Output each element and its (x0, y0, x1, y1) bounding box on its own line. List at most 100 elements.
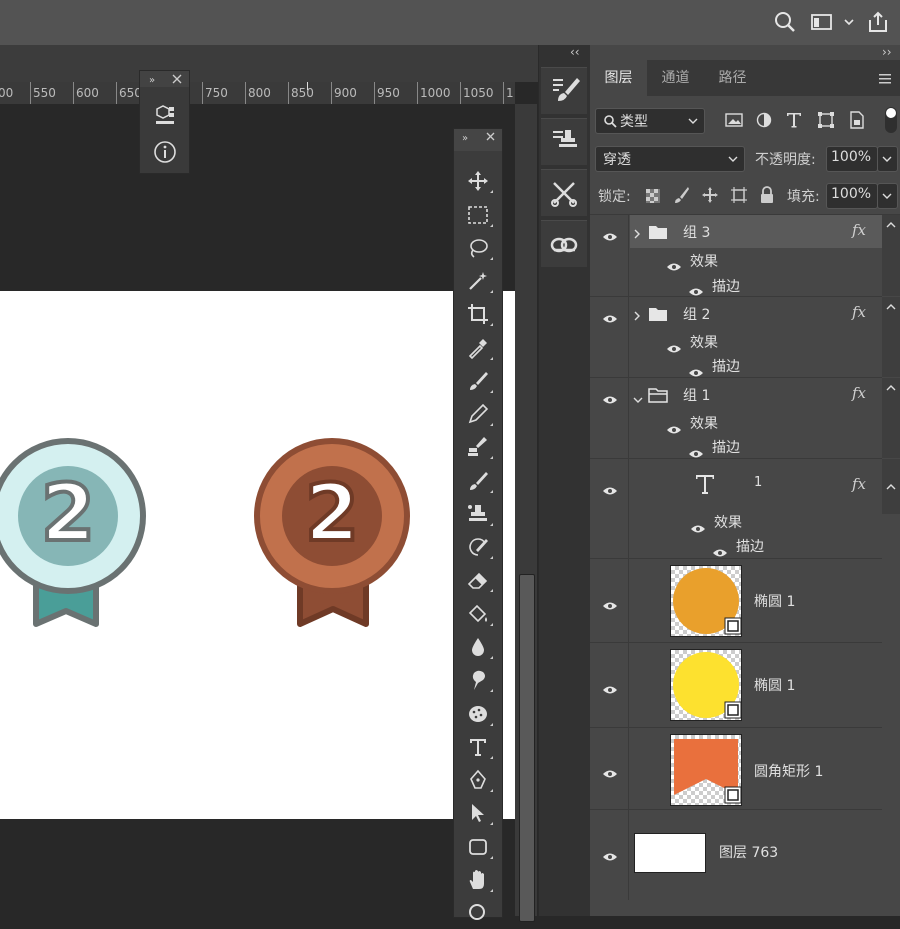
effects-eye-icon[interactable] (666, 257, 682, 271)
visibility-eye-icon[interactable] (602, 481, 618, 495)
opacity-dropdown[interactable] (877, 146, 898, 172)
collapse-chevron-icon[interactable] (632, 389, 644, 408)
row-collapse-bar[interactable] (882, 297, 900, 377)
filter-shape-icon[interactable] (817, 111, 835, 133)
lock-all-icon[interactable] (760, 186, 774, 208)
share-icon[interactable] (866, 10, 890, 34)
smudge-tool-icon[interactable] (466, 668, 493, 692)
search-icon[interactable] (773, 10, 797, 34)
eyedropper-icon[interactable] (466, 336, 493, 360)
lock-transparent-icon[interactable] (646, 188, 660, 207)
layer-name[interactable]: 椭圆 1 (754, 591, 795, 611)
tools-panel-header[interactable]: » (454, 129, 502, 151)
pencil-icon[interactable] (466, 402, 493, 426)
brush-settings-icon[interactable] (541, 67, 587, 114)
layer-row-text-1[interactable]: 1 fx 效果 描边 (590, 459, 882, 559)
type-tool-icon[interactable] (466, 735, 493, 759)
stroke-eye-icon[interactable] (712, 543, 728, 557)
layer-name[interactable]: 组 2 (683, 304, 710, 324)
creative-cloud-libraries-icon[interactable] (541, 220, 587, 267)
healing-brush-icon[interactable] (466, 369, 493, 393)
lock-position-icon[interactable] (701, 186, 719, 208)
layer-filter-dropdown[interactable]: 类型 (595, 108, 705, 134)
effects-eye-icon[interactable] (690, 519, 706, 533)
layer-name[interactable]: 1 (754, 475, 762, 490)
fx-icon[interactable]: fx (852, 384, 866, 402)
zoom-tool-icon[interactable] (466, 901, 490, 925)
fill-dropdown[interactable] (877, 183, 898, 209)
layer-row-group-2[interactable]: 组 2 fx 效果 描边 (590, 297, 882, 378)
layer-name[interactable]: 图层 763 (719, 842, 778, 862)
visibility-eye-icon[interactable] (602, 680, 618, 694)
row-collapse-bar[interactable] (882, 215, 900, 296)
layer-name[interactable]: 组 3 (683, 222, 710, 242)
visibility-eye-icon[interactable] (602, 309, 618, 323)
filter-toggle[interactable] (885, 107, 897, 133)
layer-row-group-3[interactable]: 组 3 fx 效果 描边 (590, 215, 882, 297)
layer-row-ellipse-orange[interactable]: 椭圆 1 (590, 559, 882, 643)
fill-input[interactable]: 100% (826, 183, 878, 209)
brush-tool-icon[interactable] (466, 469, 493, 493)
collapse-dock-icon[interactable]: ‹‹ (570, 45, 580, 59)
fx-icon[interactable]: fx (852, 303, 866, 321)
effects-eye-icon[interactable] (666, 420, 682, 434)
history-brush-icon[interactable] (466, 535, 493, 559)
hand-tool-icon[interactable] (466, 868, 493, 892)
visibility-eye-icon[interactable] (602, 227, 618, 241)
sponge-tool-icon[interactable] (466, 702, 493, 726)
chevron-down-icon[interactable] (842, 10, 856, 34)
opacity-input[interactable]: 100% (826, 146, 878, 172)
3d-cube-icon[interactable] (153, 103, 177, 127)
filter-smart-object-icon[interactable] (849, 111, 865, 133)
eraser-icon[interactable] (466, 568, 493, 592)
rectangle-tool-icon[interactable] (466, 835, 493, 859)
filter-adjustment-icon[interactable] (756, 112, 772, 132)
effects-eye-icon[interactable] (666, 339, 682, 353)
layer-row-group-1[interactable]: 组 1 fx 效果 描边 (590, 378, 882, 459)
layer-thumbnail[interactable] (670, 649, 742, 721)
pen-tool-icon[interactable] (466, 768, 493, 792)
expand-panel-icon[interactable]: ›› (882, 45, 892, 59)
fx-icon[interactable]: fx (852, 475, 866, 493)
expand-chevron-icon[interactable] (633, 225, 641, 244)
row-collapse-bar[interactable] (882, 459, 900, 514)
marquee-tool-icon[interactable] (466, 203, 493, 227)
panel-menu-icon[interactable] (878, 71, 892, 85)
filter-pixel-icon[interactable] (725, 112, 743, 132)
document-canvas[interactable]: 2 2 (0, 291, 515, 819)
layer-row-background[interactable]: 图层 763 (590, 810, 882, 900)
layer-row-ellipse-yellow[interactable]: 椭圆 1 (590, 643, 882, 728)
tab-layers[interactable]: 图层 (590, 60, 647, 96)
layer-name[interactable]: 椭圆 1 (754, 675, 795, 695)
stamp-tool-icon[interactable] (466, 502, 493, 526)
tool-presets-icon[interactable] (541, 169, 587, 216)
layer-thumbnail[interactable] (670, 734, 742, 806)
layer-name[interactable]: 组 1 (683, 385, 710, 405)
visibility-eye-icon[interactable] (602, 390, 618, 404)
paint-bucket-icon[interactable] (466, 602, 493, 626)
stroke-eye-icon[interactable] (688, 363, 704, 377)
visibility-eye-icon[interactable] (602, 596, 618, 610)
tab-paths[interactable]: 路径 (704, 60, 761, 96)
info-icon[interactable] (153, 140, 177, 164)
visibility-eye-icon[interactable] (602, 847, 618, 861)
layer-thumbnail[interactable] (634, 833, 706, 873)
expand-chevron-icon[interactable] (633, 307, 641, 326)
tab-channels[interactable]: 通道 (647, 60, 704, 96)
visibility-eye-icon[interactable] (602, 764, 618, 778)
filter-type-icon[interactable] (786, 111, 802, 133)
layer-name[interactable]: 圆角矩形 1 (754, 761, 823, 781)
vertical-scrollbar[interactable] (515, 104, 537, 922)
clone-source-icon[interactable] (541, 118, 587, 165)
clone-stamp-icon[interactable] (466, 435, 493, 459)
row-collapse-bar[interactable] (882, 378, 900, 458)
blur-tool-icon[interactable] (466, 635, 493, 659)
stroke-eye-icon[interactable] (688, 282, 704, 296)
layer-row-rounded-rect[interactable]: 圆角矩形 1 (590, 728, 882, 810)
lasso-tool-icon[interactable] (466, 236, 493, 260)
blend-mode-dropdown[interactable]: 穿透 (595, 146, 745, 172)
path-selection-icon[interactable] (466, 801, 493, 825)
lock-artboard-icon[interactable] (730, 186, 748, 208)
workspace-icon[interactable] (809, 10, 835, 34)
fx-icon[interactable]: fx (852, 221, 866, 239)
